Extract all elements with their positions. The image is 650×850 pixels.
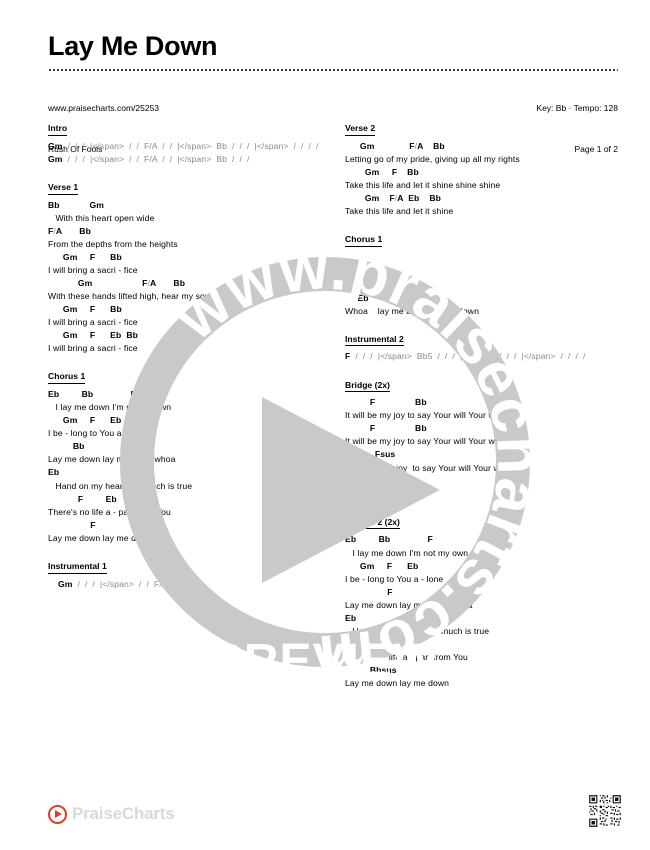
lyric-line: I will bring a sacri - fice <box>48 264 138 275</box>
chord-line: F <box>48 519 96 530</box>
chord-line: Gm F/A Eb Bb <box>345 192 441 203</box>
section-label: Intro <box>48 123 68 136</box>
chord-line: F Bb <box>345 397 427 408</box>
chart-section: Chorus 2 (2x) Eb Bb F I lay me down I'm n… <box>345 512 620 690</box>
chart-section: Instrumental 1 Gm / / / |</span> / / F/A… <box>48 556 323 591</box>
chord-line: F Eb <box>48 493 117 504</box>
lyric-line: I be - long to You a - lone <box>48 428 147 439</box>
chart-section: Bridge (2x) F Bb It will be my joy to say… <box>345 375 620 501</box>
chord-line: Eb Bb F <box>48 389 136 400</box>
section-label: Chorus 1 <box>48 371 86 385</box>
chord-line: Gm F Bb <box>345 166 419 177</box>
chord-line: F/A Bb <box>48 225 91 236</box>
lyric-line: Whoa lay me down lay me down <box>345 305 479 316</box>
lyric-line: I lay me down I'm not my own <box>345 547 469 558</box>
section-label: Chorus 1 <box>345 234 383 247</box>
chord-line: Gm F Eb Bb <box>48 330 138 341</box>
chord-line: Gm F Eb <box>345 560 419 571</box>
lyric-line: Lay me down lay me down whoa <box>48 454 176 465</box>
header-divider <box>48 69 618 72</box>
lyric-line: With this heart open wide <box>48 212 155 223</box>
chord-line: Bb F <box>48 441 133 452</box>
chart-section: Instrumental 2 F / / / |</span> Bb5 / / /… <box>345 329 620 364</box>
section-label: Verse 1 <box>48 182 79 195</box>
lyric-line: With these hands lifted high, hear my so… <box>48 291 264 302</box>
chart-section: Chorus 1 Eb Bb F I lay me down I'm not my… <box>48 366 323 544</box>
lyric-line: I be - long to You a - lone <box>345 573 444 584</box>
lyric-line: Letting go of my pride, giving up all my… <box>345 153 520 164</box>
lyric-line: Take this life and let it shine shine sh… <box>345 179 501 190</box>
chord-line: Gm / / / |</span> / / F/A / / |</span> B… <box>48 153 250 164</box>
chart-section: Tag 1 Eb Bb/D F Whoa lay me down lay me d… <box>345 270 620 318</box>
play-circle-icon <box>48 804 67 824</box>
section-label: Instrumental 2 <box>345 334 404 347</box>
section-label: Instrumental 1 <box>48 561 107 574</box>
lyric-line: Lay me down lay me down <box>48 532 153 543</box>
chart-section: Chorus 1 <box>345 229 620 259</box>
lyric-line: Lay me down lay me down <box>345 678 450 689</box>
chord-line: F / / / |</span> Bb5 / / / |</span> / / … <box>345 351 586 362</box>
section-label: Verse 2 <box>345 123 376 136</box>
chord-line: Gm F/A Bb <box>345 140 445 151</box>
chord-line: Eb F <box>345 612 429 623</box>
lyric-line: It will be my joy to say Your will Your … <box>345 410 505 421</box>
chord-line: Gm F Bb <box>48 304 122 315</box>
section-label: Tag 1 <box>345 275 367 288</box>
chart-section: Verse 1 Bb Gm With this heart open wide F/… <box>48 177 323 355</box>
logo-text: PraiseCharts <box>72 804 175 823</box>
key-tempo: Key: Bb · Tempo: 128 <box>536 102 618 113</box>
chord-line: Gm F/A Bb <box>48 277 186 288</box>
chord-line: Gm / / / |</span> / / F/A / / |</span> B… <box>48 140 319 151</box>
lyric-line: I will bring a sacri - fice <box>48 317 138 328</box>
lyric-line: Take this life and let it shine <box>345 206 454 217</box>
lyric-line: Hand on my heart this much is true <box>48 480 193 491</box>
chord-line: F Eb <box>345 638 414 649</box>
chord-line: Eb F <box>48 467 132 478</box>
chart-url[interactable]: www.praisecharts.com/25253 <box>48 102 159 116</box>
lyric-line: There's no life a - part from You <box>345 652 468 663</box>
right-column: Verse 2 Gm F/A Bb Letting go of my pride,… <box>345 118 620 701</box>
chord-line: Gm F Bb <box>48 251 122 262</box>
lyric-line: From the depths from the heights <box>48 238 178 249</box>
lyric-line: Lay me down lay me down whoa <box>345 599 473 610</box>
chord-line: Bbsus Bb (F) <box>345 475 413 486</box>
page-title: Lay Me Down <box>48 31 218 61</box>
lyric-line: It will be my joy to say Your will Your … <box>345 436 505 447</box>
lyric-line: I lay me down I'm not my own <box>48 402 172 413</box>
chart-columns: Intro Gm / / / |</span> / / F/A / / |</sp… <box>48 118 620 701</box>
chord-line: Eb Bb/D F <box>345 292 432 303</box>
chord-line: F Bb <box>345 423 427 434</box>
lyric-line: Al - ways <box>345 488 391 499</box>
chart-section: Verse 2 Gm F/A Bb Letting go of my pride,… <box>345 118 620 218</box>
section-label: Chorus 2 (2x) <box>345 517 400 530</box>
left-column: Intro Gm / / / |</span> / / F/A / / |</sp… <box>48 118 323 701</box>
chord-line: Gm / / / |</span> / / F/A / / <box>48 578 183 589</box>
chord-line: Bb Gm <box>48 199 105 210</box>
lyric-line: Hand on my heart this much is true <box>345 625 490 636</box>
chord-chart-page: Lay Me Down www.praisecharts.com/25253 R… <box>0 0 650 850</box>
chord-line: F <box>345 586 393 597</box>
chart-section: Intro Gm / / / |</span> / / F/A / / |</sp… <box>48 118 323 166</box>
qr-code-icon <box>588 794 622 828</box>
lyric-line: It will be my joy to say Your will Your … <box>345 462 510 473</box>
section-label: Bridge (2x) <box>345 380 390 393</box>
chord-line: Gm F Eb <box>48 415 122 426</box>
lyric-line: There's no life a - part from You <box>48 506 171 517</box>
chord-line: Bbsus <box>345 665 397 676</box>
praisecharts-logo[interactable]: PraiseCharts <box>48 804 175 824</box>
lyric-line: I will bring a sacri - fice <box>48 343 138 354</box>
chord-line: Eb Bb F <box>345 534 433 545</box>
chord-line: Fsus <box>345 449 396 460</box>
